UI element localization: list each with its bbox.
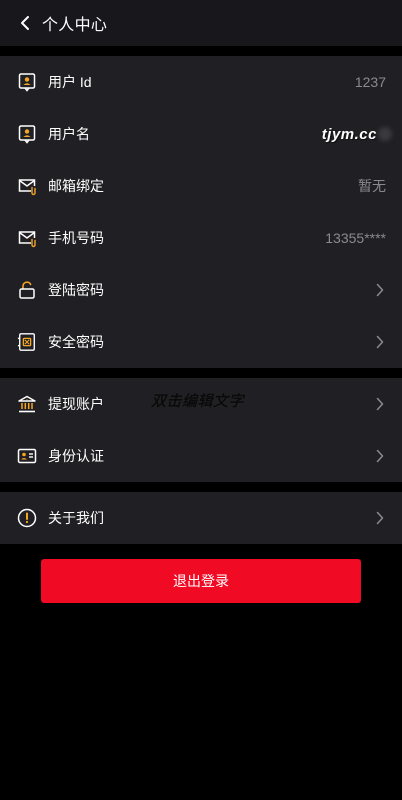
row-label: 用户名 bbox=[48, 126, 90, 142]
phone-mail-icon bbox=[17, 228, 37, 248]
row-login-password[interactable]: 登陆密码 bbox=[0, 264, 402, 316]
info-icon bbox=[17, 508, 37, 528]
row-label: 身份认证 bbox=[48, 448, 104, 464]
row-label: 登陆密码 bbox=[48, 282, 104, 298]
chevron-right-icon bbox=[375, 335, 385, 349]
row-username: 用户名 tjym.cc bbox=[0, 108, 402, 160]
row-label: 提现账户 bbox=[48, 396, 104, 412]
blur-mark bbox=[378, 127, 392, 141]
row-identity[interactable]: 身份认证 bbox=[0, 430, 402, 482]
account-section: 用户 Id 1237 用户名 tjym.cc 邮箱绑定 暂无 手机号码 1335… bbox=[0, 56, 402, 368]
header-bar: 个人中心 bbox=[0, 0, 402, 46]
page-title: 个人中心 bbox=[42, 17, 108, 34]
lock-icon bbox=[17, 280, 37, 300]
bank-icon bbox=[17, 394, 37, 414]
chevron-right-icon bbox=[375, 449, 385, 463]
back-button[interactable] bbox=[16, 14, 34, 32]
row-security-password[interactable]: 安全密码 bbox=[0, 316, 402, 368]
chevron-left-icon bbox=[21, 16, 29, 30]
logout-button[interactable]: 退出登录 bbox=[41, 559, 361, 603]
user-name-icon bbox=[17, 124, 37, 144]
row-label: 用户 Id bbox=[48, 74, 92, 90]
row-label: 关于我们 bbox=[48, 510, 104, 526]
row-label: 安全密码 bbox=[48, 334, 104, 350]
about-section: 关于我们 bbox=[0, 492, 402, 544]
divider bbox=[0, 368, 402, 378]
chevron-right-icon bbox=[375, 397, 385, 411]
user-id-value: 1237 bbox=[354, 74, 386, 90]
divider bbox=[0, 482, 402, 492]
user-id-icon bbox=[17, 72, 37, 92]
mail-icon bbox=[17, 176, 37, 196]
chevron-right-icon bbox=[375, 511, 385, 525]
chevron-right-icon bbox=[375, 283, 385, 297]
row-label: 邮箱绑定 bbox=[48, 178, 104, 194]
logout-area: 退出登录 bbox=[0, 544, 402, 603]
edit-text-overlay: 双击编辑文字 bbox=[151, 393, 245, 410]
row-about-us[interactable]: 关于我们 bbox=[0, 492, 402, 544]
username-value: tjym.cc bbox=[321, 125, 377, 143]
row-label: 手机号码 bbox=[48, 230, 104, 246]
row-email[interactable]: 邮箱绑定 暂无 bbox=[0, 160, 402, 212]
safe-icon bbox=[17, 332, 37, 352]
phone-value: 13355**** bbox=[325, 230, 386, 246]
row-phone[interactable]: 手机号码 13355**** bbox=[0, 212, 402, 264]
divider bbox=[0, 46, 402, 56]
row-user-id: 用户 Id 1237 bbox=[0, 56, 402, 108]
email-value: 暂无 bbox=[358, 178, 386, 194]
id-card-icon bbox=[17, 446, 37, 466]
